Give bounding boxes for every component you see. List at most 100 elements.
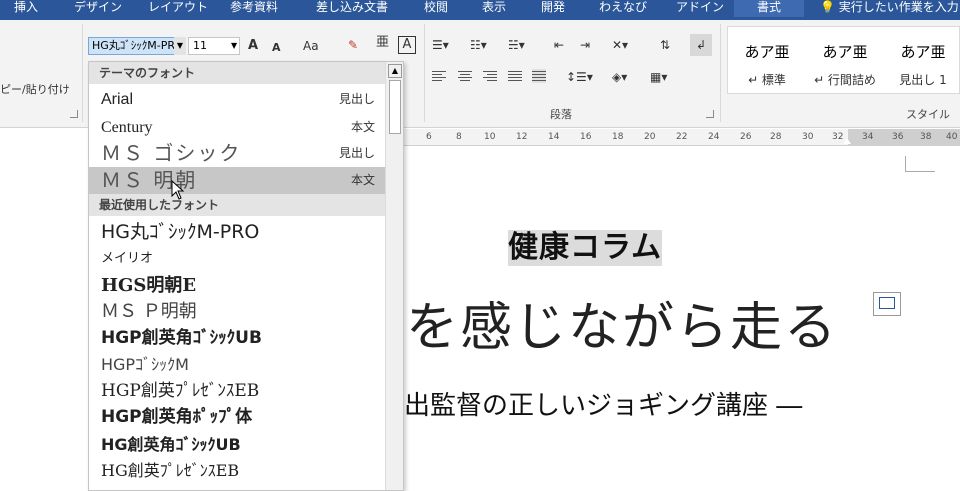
ruler-tick: 10 bbox=[484, 132, 496, 142]
style-name: ↵ 行間詰め bbox=[814, 73, 876, 87]
mouse-pointer-icon bbox=[171, 180, 185, 200]
tab-review[interactable]: 校閲 bbox=[424, 0, 448, 17]
font-name: HG創英ﾌﾟﾚｾﾞﾝｽEB bbox=[101, 461, 240, 480]
tab-format[interactable]: 書式 bbox=[734, 0, 804, 17]
tab-insert[interactable]: 挿入 bbox=[14, 0, 38, 17]
clipboard-launcher-icon[interactable] bbox=[70, 110, 78, 118]
style-no-spacing[interactable]: あア亜 ↵ 行間詰め bbox=[806, 27, 884, 93]
shrink-font-button[interactable]: A bbox=[272, 39, 281, 57]
font-item-century[interactable]: Century 本文 bbox=[89, 114, 385, 141]
bullets-icon[interactable]: ☰▾ bbox=[432, 36, 449, 54]
font-name: HGS明朝E bbox=[101, 275, 197, 296]
font-item-hgp-soei-kaku-gothic[interactable]: HGP創英角ｺﾞｼｯｸUB bbox=[89, 325, 385, 352]
font-item-ms-p-mincho[interactable]: ＭＳ Ｐ明朝 bbox=[89, 298, 385, 325]
horizontal-ruler[interactable]: 6 8 10 12 14 16 18 20 22 24 26 28 30 32 … bbox=[404, 129, 960, 146]
tab-waenavi[interactable]: わえなび bbox=[599, 0, 647, 17]
ruler-tick: 22 bbox=[676, 132, 688, 142]
group-separator bbox=[720, 24, 721, 122]
document-heading[interactable]: 健康コラム bbox=[508, 230, 663, 266]
layout-options-icon[interactable] bbox=[873, 292, 901, 316]
group-separator bbox=[82, 24, 83, 122]
font-item-meiryo[interactable]: メイリオ bbox=[89, 245, 385, 272]
increase-indent-icon[interactable]: ⇥ bbox=[580, 36, 590, 54]
font-name: Century bbox=[101, 119, 153, 136]
character-border-button[interactable]: A bbox=[398, 36, 416, 54]
show-marks-icon[interactable]: ↲ bbox=[690, 34, 712, 56]
style-name: ↵ 標準 bbox=[748, 73, 786, 87]
tab-mailings[interactable]: 差し込み文書 bbox=[316, 0, 388, 17]
font-item-hgp-soei-presence[interactable]: HGP創英ﾌﾟﾚｾﾞﾝｽEB bbox=[89, 378, 385, 405]
style-heading-1[interactable]: あア亜 見出し 1 bbox=[884, 27, 960, 93]
font-usage: 本文 bbox=[350, 120, 375, 134]
tab-developer[interactable]: 開発 bbox=[541, 0, 565, 17]
styles-group-label: スタイル bbox=[906, 108, 950, 121]
style-sample: あア亜 bbox=[744, 43, 790, 61]
furigana-button[interactable]: 亜 bbox=[376, 34, 389, 52]
font-name: HG丸ｺﾞｼｯｸM-PRO bbox=[101, 221, 260, 243]
asian-layout-icon[interactable]: ✕▾ bbox=[612, 36, 628, 54]
font-name-input[interactable]: HG丸ｺﾞｼｯｸM-PRO bbox=[88, 37, 186, 55]
font-name: HGPｺﾞｼｯｸM bbox=[101, 355, 189, 374]
align-right-icon[interactable] bbox=[483, 69, 497, 83]
font-name: HGP創英角ｺﾞｼｯｸUB bbox=[101, 328, 262, 348]
style-sample: あア亜 bbox=[822, 43, 868, 61]
ruler-tick: 34 bbox=[862, 132, 874, 142]
font-item-arial[interactable]: Arial 見出し bbox=[89, 86, 385, 113]
change-case-button[interactable]: Aa bbox=[303, 37, 319, 55]
tell-me-search[interactable]: 💡 実行したい作業を入力 bbox=[820, 0, 959, 17]
shading-icon[interactable]: ◈▾ bbox=[612, 68, 627, 86]
ruler-tick: 36 bbox=[892, 132, 904, 142]
format-painter-button[interactable]: ピー/貼り付け bbox=[0, 81, 70, 97]
paragraph-group-label: 段落 bbox=[550, 108, 572, 121]
font-item-hg-soei-presence[interactable]: HG創英ﾌﾟﾚｾﾞﾝｽEB bbox=[89, 457, 385, 484]
tab-design[interactable]: デザイン bbox=[74, 0, 122, 17]
font-dropdown: テーマのフォント Arial 見出し Century 本文 ＭＳ ゴシック 見出… bbox=[88, 61, 404, 491]
ruler-tick: 8 bbox=[456, 132, 462, 142]
dropdown-scrollbar[interactable]: ▲ bbox=[385, 62, 403, 490]
grow-font-button[interactable]: A bbox=[248, 37, 258, 55]
font-item-ms-gothic[interactable]: ＭＳ ゴシック 見出し bbox=[89, 140, 385, 167]
tab-view[interactable]: 表示 bbox=[482, 0, 506, 17]
scroll-up-icon[interactable]: ▲ bbox=[388, 64, 402, 78]
sort-icon[interactable]: ⇅ bbox=[660, 36, 670, 54]
multilevel-list-icon[interactable]: ☵▾ bbox=[508, 36, 525, 54]
ruler-tick: 16 bbox=[580, 132, 592, 142]
word-window: 挿入 デザイン レイアウト 参考資料 差し込み文書 校閲 表示 開発 わえなび … bbox=[0, 0, 960, 491]
font-item-hgp-gothic-m[interactable]: HGPｺﾞｼｯｸM bbox=[89, 351, 385, 378]
eraser-icon[interactable]: ✎ bbox=[348, 36, 358, 54]
tab-layout[interactable]: レイアウト bbox=[148, 0, 208, 17]
font-item-hgp-soei-pop[interactable]: HGP創英角ﾎﾟｯﾌﾟ体 bbox=[89, 404, 385, 431]
chevron-down-icon[interactable]: ▼ bbox=[174, 37, 186, 55]
numbering-icon[interactable]: ☷▾ bbox=[470, 36, 487, 54]
tab-references[interactable]: 参考資料 bbox=[230, 0, 278, 17]
font-name: メイリオ bbox=[101, 251, 154, 266]
align-left-icon[interactable] bbox=[432, 69, 446, 83]
line-spacing-icon[interactable]: ↕☰▾ bbox=[566, 68, 593, 86]
tab-addins[interactable]: アドイン bbox=[676, 0, 724, 17]
styles-gallery: あア亜 ↵ 標準 あア亜 ↵ 行間詰め あア亜 見出し 1 bbox=[727, 26, 960, 94]
font-item-ms-mincho[interactable]: ＭＳ 明朝 本文 bbox=[89, 167, 385, 194]
style-normal[interactable]: あア亜 ↵ 標準 bbox=[728, 27, 806, 93]
font-item-hg-maru-gothic[interactable]: HG丸ｺﾞｼｯｸM-PRO bbox=[89, 219, 385, 246]
borders-icon[interactable]: ▦▾ bbox=[650, 68, 667, 86]
paragraph-launcher-icon[interactable] bbox=[706, 110, 714, 118]
decrease-indent-icon[interactable]: ⇤ bbox=[554, 36, 564, 54]
justify-icon[interactable] bbox=[508, 69, 522, 83]
chevron-down-icon[interactable]: ▼ bbox=[231, 37, 237, 55]
font-name: ＭＳ Ｐ明朝 bbox=[101, 301, 197, 322]
font-item-hgs-mincho-e[interactable]: HGS明朝E bbox=[89, 272, 385, 299]
font-usage: 本文 bbox=[350, 173, 375, 187]
document-subtitle[interactable]: 出監督の正しいジョギング講座 ― bbox=[404, 390, 802, 422]
document-title[interactable]: を感じながら走る bbox=[406, 296, 838, 360]
font-item-hg-soei-kaku-gothic[interactable]: HG創英角ｺﾞｼｯｸUB bbox=[89, 431, 385, 458]
align-center-icon[interactable] bbox=[458, 69, 472, 83]
font-name: HG創英角ｺﾞｼｯｸUB bbox=[101, 435, 241, 454]
ruler-tick: 14 bbox=[548, 132, 560, 142]
theme-fonts-header: テーマのフォント bbox=[89, 62, 385, 84]
tell-me-text: 実行したい作業を入力 bbox=[838, 0, 959, 14]
distributed-icon[interactable] bbox=[532, 69, 546, 83]
style-sample: あア亜 bbox=[900, 43, 946, 61]
ruler-tick: 30 bbox=[802, 132, 814, 142]
scroll-thumb[interactable] bbox=[389, 80, 401, 134]
indent-marker-icon[interactable] bbox=[843, 138, 851, 144]
